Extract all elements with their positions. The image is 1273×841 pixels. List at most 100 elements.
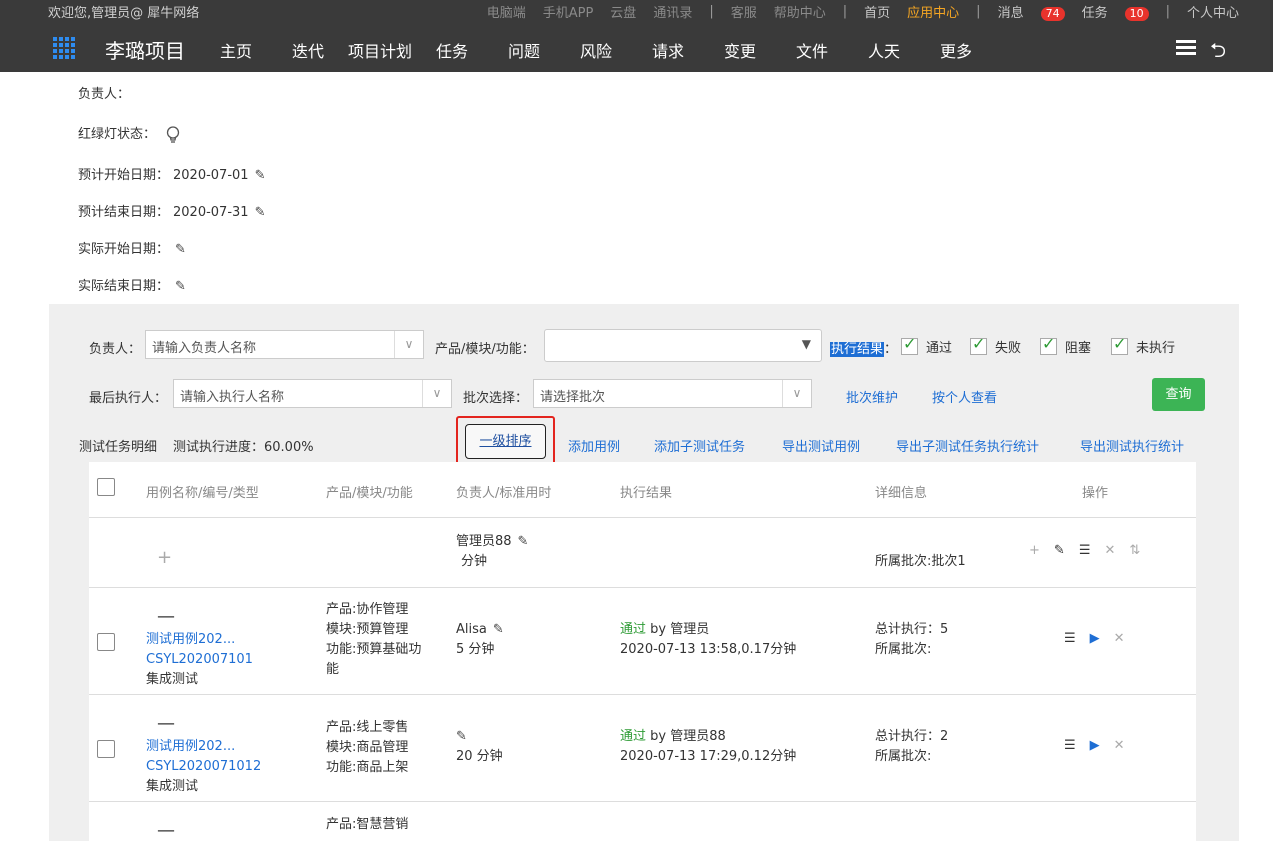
nav-item-issues[interactable]: 问题 — [488, 38, 560, 62]
add-icon[interactable]: + — [1029, 543, 1040, 558]
view-by-person-link[interactable]: 按个人查看 — [932, 387, 997, 406]
case-code-link[interactable]: CSYL2020071012 — [146, 759, 261, 774]
last-executor-input[interactable]: 请输入执行人名称 ∨ — [173, 379, 452, 408]
welcome-text: 欢迎您,管理员@ 犀牛网络 — [48, 6, 200, 21]
link-messages[interactable]: 消息 74 — [998, 2, 1065, 21]
chevron-down-icon[interactable]: ∨ — [394, 331, 423, 358]
link-help-center[interactable]: 帮助中心 — [774, 2, 826, 21]
case-name-link[interactable]: 测试用例202... — [146, 632, 235, 647]
close-icon[interactable]: ✕ — [1104, 543, 1115, 558]
divider — [89, 801, 1196, 802]
nav-item-changes[interactable]: 变更 — [704, 38, 776, 62]
row-checkbox[interactable] — [97, 740, 115, 758]
owner-filter-input[interactable]: 请输入负责人名称 ∨ — [145, 330, 424, 359]
link-mobile-app[interactable]: 手机APP — [543, 2, 594, 21]
nav-item-man-days[interactable]: 人天 — [848, 38, 920, 62]
case-code-link[interactable]: CSYL202007101 — [146, 652, 253, 667]
header-case-name: 用例名称/编号/类型 — [146, 486, 259, 501]
add-sub-test-task-link[interactable]: 添加子测试任务 — [654, 436, 745, 455]
hamburger-menu-icon[interactable] — [1176, 40, 1196, 56]
sort-icon[interactable]: ⇅ — [1129, 543, 1140, 558]
edit-pencil-icon[interactable]: ✎ — [255, 168, 266, 183]
result-not-executed-checkbox[interactable]: ✓ 未执行 — [1111, 334, 1175, 356]
export-test-cases-link[interactable]: 导出测试用例 — [782, 436, 860, 455]
apps-grid-icon[interactable] — [53, 37, 75, 59]
link-home[interactable]: 首页 — [864, 2, 890, 21]
table-row-case: 测试用例202... CSYL2020071012 集成测试 — [146, 737, 261, 797]
function-text: 功能:商品上架 — [326, 760, 409, 775]
checkbox[interactable]: ✓ — [1040, 334, 1057, 355]
edit-pencil-icon[interactable]: ✎ — [1054, 543, 1065, 558]
row-actions: ☰ ▶ ✕ — [1064, 738, 1139, 753]
link-support[interactable]: 客服 — [731, 2, 757, 21]
edit-pencil-icon[interactable]: ✎ — [175, 242, 186, 257]
result-by: by 管理员88 — [646, 729, 726, 744]
checkbox[interactable]: ✓ — [901, 334, 918, 355]
checkbox[interactable]: ✓ — [1111, 334, 1128, 355]
add-case-link[interactable]: 添加用例 — [568, 436, 620, 455]
collapse-minus-icon[interactable]: — — [157, 713, 175, 734]
chevron-down-icon[interactable]: ∨ — [422, 380, 451, 407]
info-actual-start: 实际开始日期： ✎ — [78, 238, 186, 257]
link-personal-center[interactable]: 个人中心 — [1187, 2, 1239, 21]
nav-item-project-plan[interactable]: 项目计划 — [344, 38, 416, 62]
batch-select-input[interactable]: 请选择批次 ∨ — [533, 379, 812, 408]
table-row-result: 通过 by 管理员88 2020-07-13 17:29,0.12分钟 — [620, 727, 796, 767]
link-desktop[interactable]: 电脑端 — [487, 2, 526, 21]
chevron-down-icon[interactable]: ∨ — [782, 380, 811, 407]
link-cloud-disk[interactable]: 云盘 — [610, 2, 636, 21]
result-fail-checkbox[interactable]: ✓ 失败 — [970, 334, 1021, 356]
first-level-sort-button[interactable]: 一级排序 — [465, 424, 546, 459]
nav-item-requests[interactable]: 请求 — [632, 38, 704, 62]
result-status: 通过 — [620, 622, 647, 637]
play-icon[interactable]: ▶ — [1090, 738, 1100, 753]
edit-pencil-icon[interactable]: ✎ — [518, 532, 529, 552]
back-arrow-icon[interactable]: ⮌ — [1210, 36, 1226, 70]
edit-pencil-icon[interactable]: ✎ — [493, 620, 504, 640]
header-owner-time: 负责人/标准用时 — [456, 486, 552, 501]
divider: | — [709, 4, 714, 19]
link-app-center[interactable]: 应用中心 — [907, 2, 959, 21]
function-text: 功能:预算基础功 — [326, 642, 422, 657]
close-icon[interactable]: ✕ — [1114, 631, 1125, 646]
query-button[interactable]: 查询 — [1152, 378, 1205, 411]
batch-maintain-link[interactable]: 批次维护 — [846, 387, 898, 406]
edit-pencil-icon[interactable]: ✎ — [255, 205, 266, 220]
batch-text: 所属批次: — [875, 642, 932, 657]
case-type: 集成测试 — [146, 672, 199, 687]
nav-item-risks[interactable]: 风险 — [560, 38, 632, 62]
nav-item-tasks[interactable]: 任务 — [416, 38, 488, 62]
list-icon[interactable]: ☰ — [1064, 738, 1076, 753]
row-checkbox[interactable] — [97, 633, 115, 651]
edit-pencil-icon[interactable]: ✎ — [456, 727, 467, 747]
edit-pencil-icon[interactable]: ✎ — [175, 279, 186, 294]
add-row-plus-icon[interactable]: + — [157, 548, 172, 568]
total-exec: 总计执行：2 — [875, 729, 949, 744]
nav-item-home[interactable]: 主页 — [200, 38, 272, 62]
link-contacts[interactable]: 通讯录 — [653, 2, 692, 21]
list-icon[interactable]: ☰ — [1064, 631, 1076, 646]
select-all-checkbox[interactable] — [97, 478, 115, 496]
checkbox[interactable]: ✓ — [970, 334, 987, 355]
result-pass-checkbox[interactable]: ✓ 通过 — [901, 334, 952, 356]
collapse-minus-icon[interactable]: — — [157, 820, 175, 841]
result-blocked-checkbox[interactable]: ✓ 阻塞 — [1040, 334, 1091, 356]
lightbulb-icon[interactable] — [166, 125, 180, 144]
nav-item-files[interactable]: 文件 — [776, 38, 848, 62]
export-sub-task-stats-link[interactable]: 导出子测试任务执行统计 — [896, 436, 1039, 455]
nav-item-iteration[interactable]: 迭代 — [272, 38, 344, 62]
table-row-details: 总计执行：2 所属批次: — [875, 727, 948, 767]
project-title[interactable]: 李璐项目 — [105, 35, 185, 64]
nav-item-more[interactable]: 更多 — [920, 38, 992, 62]
product-filter-select[interactable]: ▼ — [544, 329, 822, 362]
case-name-link[interactable]: 测试用例202... — [146, 739, 235, 754]
result-status: 通过 — [620, 729, 647, 744]
table-row-product: 产品:智慧营销 — [326, 815, 408, 835]
close-icon[interactable]: ✕ — [1114, 738, 1125, 753]
link-tasks[interactable]: 任务 10 — [1082, 2, 1149, 21]
export-exec-stats-link[interactable]: 导出测试执行统计 — [1080, 436, 1184, 455]
list-icon[interactable]: ☰ — [1079, 543, 1091, 558]
play-icon[interactable]: ▶ — [1090, 631, 1100, 646]
add-row-batch: 所属批次:批次1 — [875, 554, 966, 569]
collapse-minus-icon[interactable]: — — [157, 606, 175, 627]
